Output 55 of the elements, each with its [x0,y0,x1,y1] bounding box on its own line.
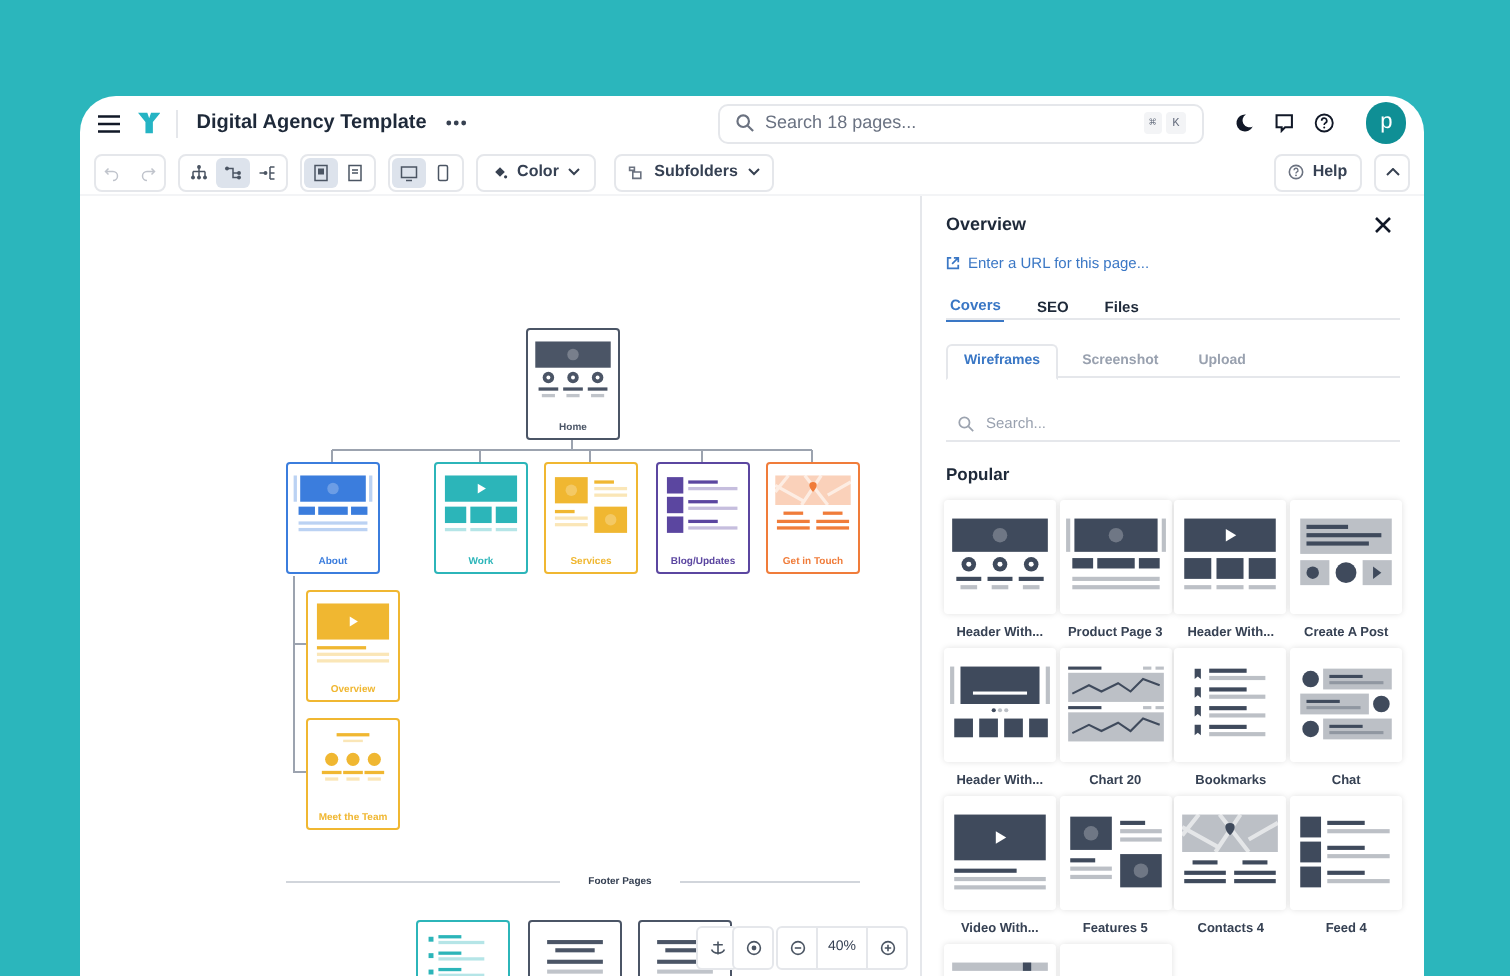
close-icon[interactable] [1374,216,1392,235]
help-button[interactable]: Help [1274,153,1362,191]
document-icon [312,163,330,181]
wireframe-thumbnail[interactable] [1174,795,1287,909]
moon-icon[interactable] [1233,112,1254,134]
chevron-down-icon [568,168,581,176]
wireframe-thumbnail[interactable] [1059,499,1172,613]
subfolders-dropdown[interactable]: Subfolders [614,153,774,191]
desktop-button[interactable] [392,157,426,187]
anchor-icon [709,940,725,956]
wireframe-drawing [550,472,632,538]
target-icon [745,940,761,956]
wireframe-thumbnail[interactable] [943,647,1056,761]
redo-icon [138,163,156,181]
undo-icon [104,163,122,181]
help-icon [1288,164,1305,180]
hierarchy-icon [190,163,208,181]
wireframe-thumbnail[interactable] [1174,647,1287,761]
flow-icon [258,163,276,181]
search-icon [735,114,754,132]
wireframe-thumbnail[interactable] [1059,795,1172,909]
more-icon[interactable] [446,120,468,126]
branch-icon [224,163,242,181]
wireframe-thumbnail[interactable] [1290,647,1403,761]
search-input[interactable]: Search 18 pages... [765,109,1144,137]
center-button[interactable] [732,926,774,970]
plus-icon [879,940,895,956]
wireframe-thumbnail[interactable] [1174,499,1287,613]
branch-button[interactable] [216,157,250,187]
wireframe-drawing [312,600,394,666]
minus-icon [789,940,805,956]
document-button[interactable] [304,157,338,187]
panel-title: Overview [946,212,1027,238]
chevron-down-icon [747,168,760,176]
color-dropdown[interactable]: Color [476,153,596,191]
desktop-icon [400,163,418,181]
mobile-icon [434,163,452,181]
chevron-up-icon [1385,168,1399,176]
search-icon [958,415,974,432]
wireframe-thumbnail[interactable] [1290,795,1403,909]
comment-icon[interactable] [1274,112,1295,134]
menu-icon[interactable] [98,113,121,133]
folders-icon [628,164,645,180]
help-icon[interactable] [1314,112,1335,134]
wireframe-thumbnail[interactable] [943,499,1056,613]
section-heading: Popular [946,461,1012,487]
document-icon [346,163,364,181]
paint-bucket-icon [491,164,508,180]
external-link-icon [946,255,960,270]
collapse-button[interactable] [1374,153,1410,191]
wireframe-thumbnail[interactable] [1059,647,1172,761]
user-avatar[interactable]: p [1366,102,1407,144]
document-title: Digital Agency Template [196,110,427,138]
wireframe-thumbnail[interactable] [943,795,1056,909]
wireframe-thumbnail[interactable] [1290,499,1403,613]
